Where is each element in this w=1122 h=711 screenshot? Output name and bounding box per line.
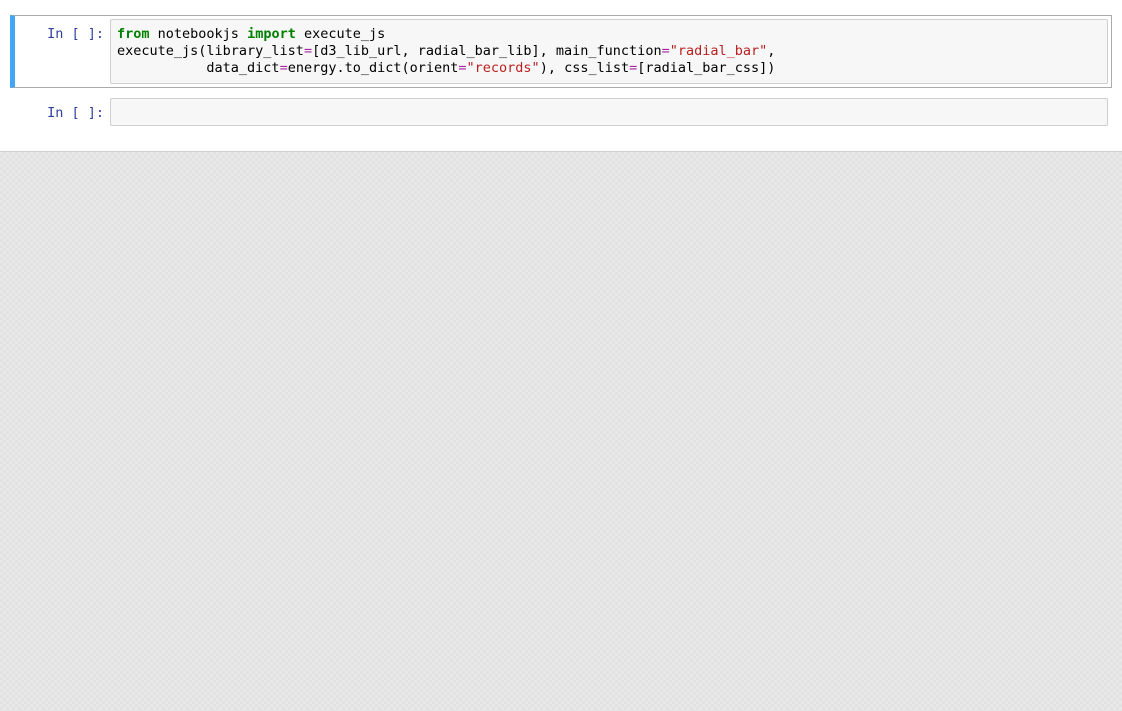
- cell-prompt: In [ ]:: [15, 98, 110, 126]
- code-cell-1[interactable]: In [ ]:: [10, 94, 1112, 130]
- notebook-container: In [ ]: from notebookjs import execute_j…: [0, 0, 1122, 711]
- notebook-end-space: [0, 151, 1122, 711]
- cells-area: In [ ]: from notebookjs import execute_j…: [0, 0, 1122, 151]
- code-input[interactable]: from notebookjs import execute_js execut…: [110, 19, 1108, 84]
- cell-prompt: In [ ]:: [15, 19, 110, 84]
- code-cell-0[interactable]: In [ ]: from notebookjs import execute_j…: [10, 15, 1112, 88]
- code-input[interactable]: [110, 98, 1108, 126]
